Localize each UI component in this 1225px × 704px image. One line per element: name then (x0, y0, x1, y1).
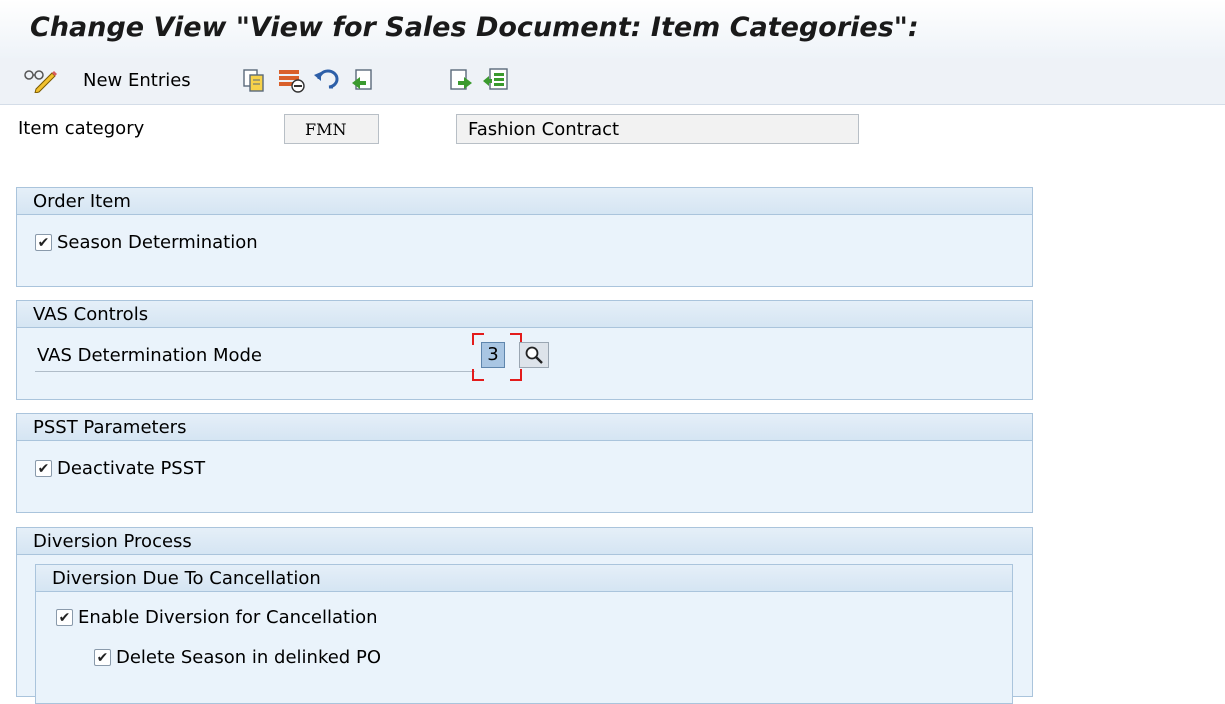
season-determination-checkbox-box[interactable]: ✔ (35, 234, 52, 251)
vas-controls-group-title: VAS Controls (17, 301, 1032, 328)
enable-diversion-label: Enable Diversion for Cancellation (78, 607, 378, 628)
focus-corner-top-left (472, 333, 484, 345)
psst-parameters-group: PSST Parameters ✔ Deactivate PSST (16, 413, 1033, 513)
application-toolbar: New Entries (0, 58, 1225, 105)
order-item-group-title: Order Item (17, 188, 1032, 215)
item-category-label: Item category (18, 118, 145, 139)
deactivate-psst-label: Deactivate PSST (57, 458, 206, 479)
focus-corner-bottom-right (510, 369, 522, 381)
copy-icon[interactable] (241, 66, 267, 94)
season-determination-label: Season Determination (57, 232, 258, 253)
vas-determination-mode-label: VAS Determination Mode (37, 345, 262, 366)
checkmark-icon: ✔ (96, 649, 109, 666)
delete-icon[interactable] (277, 66, 305, 94)
vas-controls-group: VAS Controls VAS Determination Mode 3 (16, 300, 1033, 400)
delete-season-checkbox-box[interactable]: ✔ (94, 649, 111, 666)
item-category-description-field: Fashion Contract (456, 114, 859, 144)
previous-entry-icon[interactable] (350, 66, 376, 94)
value-help-button[interactable] (519, 342, 549, 368)
next-entry-icon[interactable] (448, 66, 474, 94)
undo-icon[interactable] (313, 66, 343, 94)
enable-diversion-checkbox[interactable]: ✔ Enable Diversion for Cancellation (56, 607, 378, 628)
focus-corner-bottom-left (472, 369, 484, 381)
page-title: Change View "View for Sales Document: It… (30, 12, 919, 43)
vas-determination-mode-input[interactable]: 3 (481, 342, 505, 368)
psst-parameters-group-title: PSST Parameters (17, 414, 1032, 441)
item-category-value: FMN (305, 119, 347, 139)
diversion-process-group: Diversion Process Diversion Due To Cance… (16, 527, 1033, 704)
delete-season-checkbox[interactable]: ✔ Delete Season in delinked PO (94, 647, 381, 668)
diversion-due-to-cancellation-title: Diversion Due To Cancellation (36, 565, 1012, 592)
item-category-field[interactable]: FMN (284, 114, 379, 144)
vas-label-underline (35, 371, 475, 372)
search-icon (525, 346, 543, 364)
diversion-due-to-cancellation-subgroup: Diversion Due To Cancellation ✔ Enable D… (35, 564, 1013, 704)
season-determination-checkbox[interactable]: ✔ Season Determination (35, 232, 258, 253)
item-category-description: Fashion Contract (468, 118, 620, 140)
diversion-process-group-title: Diversion Process (17, 528, 1032, 555)
new-entries-label: New Entries (83, 69, 191, 91)
deactivate-psst-checkbox[interactable]: ✔ Deactivate PSST (35, 458, 205, 479)
delete-season-label: Delete Season in delinked PO (116, 647, 381, 668)
checkmark-icon: ✔ (37, 234, 50, 251)
checkmark-icon: ✔ (37, 460, 50, 477)
checkmark-icon: ✔ (58, 609, 71, 626)
enable-diversion-checkbox-box[interactable]: ✔ (56, 609, 73, 626)
select-all-icon[interactable] (482, 66, 510, 94)
display-change-icon[interactable] (22, 66, 58, 94)
new-entries-button[interactable]: New Entries (83, 66, 191, 94)
order-item-group: Order Item ✔ Season Determination (16, 187, 1033, 287)
title-bar: Change View "View for Sales Document: It… (0, 0, 1225, 58)
deactivate-psst-checkbox-box[interactable]: ✔ (35, 460, 52, 477)
